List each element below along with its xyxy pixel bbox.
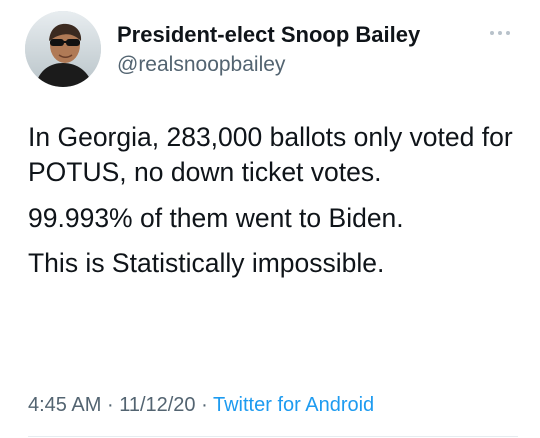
tweet-metadata: 4:45 AM · 11/12/20 · Twitter for Android	[28, 392, 374, 418]
more-dot	[490, 31, 494, 35]
tweet-time[interactable]: 4:45 AM	[28, 394, 101, 416]
avatar-image	[25, 11, 101, 87]
meta-separator: ·	[106, 394, 114, 416]
meta-separator: ·	[201, 394, 208, 416]
avatar[interactable]	[25, 11, 101, 87]
divider	[28, 436, 518, 437]
tweet-card: President-elect Snoop Bailey @realsnoopb…	[0, 0, 540, 438]
username-handle[interactable]: @realsnoopbailey	[117, 52, 285, 78]
more-dot	[498, 31, 502, 35]
tweet-paragraph: This is Statistically impossible.	[28, 248, 385, 278]
tweet-source-link[interactable]: Twitter for Android	[213, 394, 374, 416]
tweet-date[interactable]: 11/12/20	[119, 394, 195, 416]
tweet-paragraph: 99.993% of them went to Biden.	[28, 203, 404, 233]
tweet-paragraph: In Georgia, 283,000 ballots only voted f…	[28, 122, 513, 187]
display-name[interactable]: President-elect Snoop Bailey	[117, 22, 420, 48]
tweet-text: In Georgia, 283,000 ballots only voted f…	[28, 120, 523, 281]
more-dot	[506, 31, 510, 35]
more-horizontal-icon[interactable]	[486, 22, 514, 44]
